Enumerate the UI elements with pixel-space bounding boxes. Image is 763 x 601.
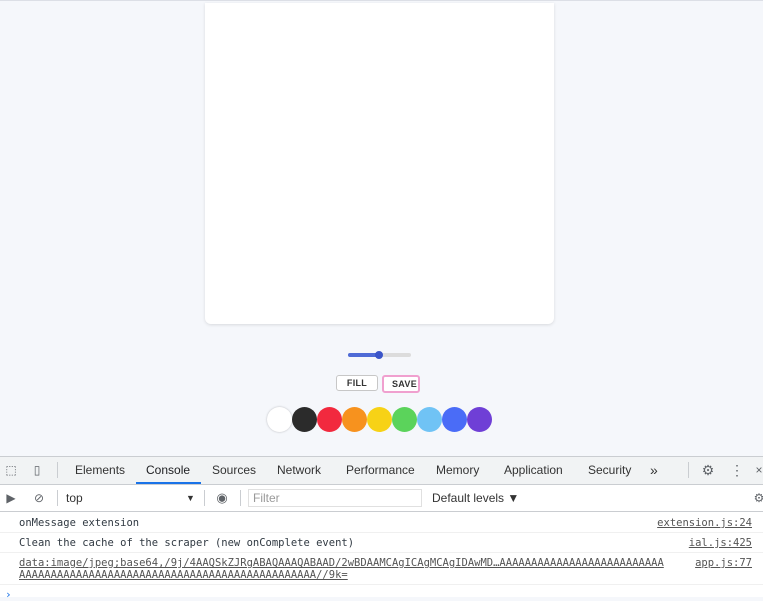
log-message: Clean the cache of the scraper (new onCo… — [19, 537, 355, 549]
filter-input[interactable]: Filter — [248, 489, 422, 507]
console-settings-icon[interactable]: ⚙ — [752, 491, 763, 505]
devtools-panel: ⬚ ▯ Elements Console Sources Network Per… — [0, 456, 763, 601]
eye-icon[interactable]: ◉ — [215, 491, 229, 505]
web-page: FILL SAVE — [0, 0, 763, 456]
console-prompt[interactable]: › — [5, 588, 12, 601]
color-swatch-blue[interactable] — [442, 407, 467, 432]
clear-console-icon[interactable]: ⊘ — [32, 491, 46, 505]
settings-gear-icon[interactable]: ⚙ — [701, 463, 715, 477]
log-source-link[interactable]: extension.js:24 — [657, 517, 752, 529]
chevron-down-icon[interactable]: ▼ — [186, 485, 195, 511]
devtools-tab-bar: ⬚ ▯ Elements Console Sources Network Per… — [0, 457, 763, 485]
fill-button[interactable]: FILL — [336, 375, 378, 391]
divider — [204, 490, 205, 506]
color-swatch-orange[interactable] — [342, 407, 367, 432]
log-levels-dropdown[interactable]: Default levels ▼ — [432, 485, 519, 511]
tab-memory[interactable]: Memory — [436, 457, 479, 484]
log-message: onMessage extension — [19, 517, 140, 529]
log-source-link[interactable]: ial.js:425 — [689, 537, 752, 549]
save-button[interactable]: SAVE — [382, 375, 420, 393]
divider — [240, 490, 241, 506]
tab-console[interactable]: Console — [136, 457, 201, 484]
context-selector[interactable]: top — [66, 485, 83, 511]
tab-performance[interactable]: Performance — [346, 457, 415, 484]
color-swatch-yellow[interactable] — [367, 407, 392, 432]
console-log-row: data:image/jpeg;base64,/9j/4AAQSkZJRgABA… — [0, 553, 763, 585]
log-data-url-link-cont[interactable]: AAAAAAAAAAAAAAAAAAAAAAAAAAAAAAAAAAAAAAAA… — [19, 569, 348, 581]
console-toolbar: ▶ ⊘ top ▼ ◉ Filter Default levels ▼ ⚙ — [0, 485, 763, 512]
log-source-link[interactable]: app.js:77 — [695, 557, 752, 569]
tab-network[interactable]: Network — [277, 457, 321, 484]
inspect-element-icon[interactable]: ⬚ — [4, 463, 18, 477]
divider — [57, 462, 58, 478]
drawing-canvas[interactable] — [205, 3, 554, 324]
more-tabs-button[interactable]: » — [650, 457, 658, 484]
color-swatch-black[interactable] — [292, 407, 317, 432]
kebab-menu-icon[interactable]: ⋮ — [730, 463, 744, 477]
close-devtools-icon[interactable]: × — [752, 463, 763, 477]
tab-security[interactable]: Security — [588, 457, 631, 484]
console-log-row: Clean the cache of the scraper (new onCo… — [0, 533, 763, 553]
divider — [57, 490, 58, 506]
slider-thumb[interactable] — [374, 351, 383, 359]
sidebar-toggle-icon[interactable]: ▶ — [4, 491, 18, 505]
color-swatch-purple[interactable] — [467, 407, 492, 432]
brush-size-slider[interactable] — [348, 350, 411, 360]
divider — [688, 462, 689, 478]
log-data-url-link[interactable]: data:image/jpeg;base64,/9j/4AAQSkZJRgABA… — [19, 557, 664, 569]
device-toolbar-icon[interactable]: ▯ — [30, 463, 44, 477]
tab-elements[interactable]: Elements — [75, 457, 125, 484]
console-log-row: onMessage extension extension.js:24 — [0, 513, 763, 533]
color-swatch-red[interactable] — [317, 407, 342, 432]
tab-application[interactable]: Application — [504, 457, 563, 484]
tab-sources[interactable]: Sources — [212, 457, 256, 484]
color-swatch-light-blue[interactable] — [417, 407, 442, 432]
color-swatch-white[interactable] — [267, 407, 292, 432]
color-swatch-green[interactable] — [392, 407, 417, 432]
